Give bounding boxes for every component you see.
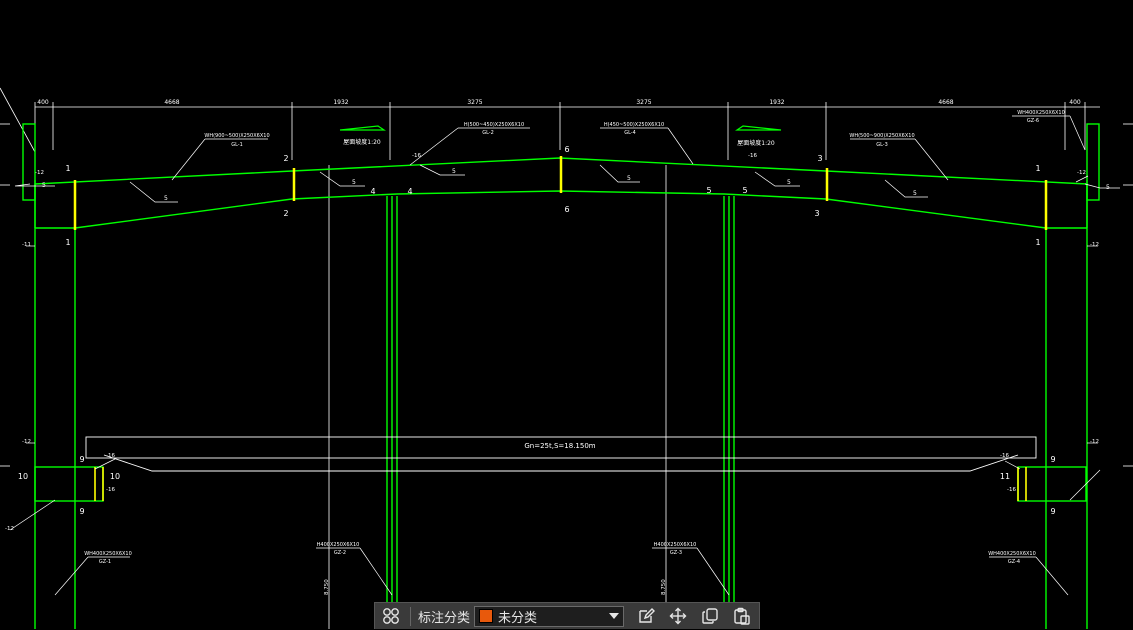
weld-mark: -12 <box>5 526 14 532</box>
weld-mark: -16 <box>106 487 115 493</box>
column-height-1: 8.750 <box>324 579 330 595</box>
corner-spec: WH400X250X6X10 <box>1017 110 1065 116</box>
section-mark: 1 <box>65 164 70 173</box>
move-icon <box>669 607 687 625</box>
stiffener-mark: 5 <box>352 179 356 186</box>
beam-tag-3: GL-4 <box>624 130 636 136</box>
weld-mark: -12 <box>1090 439 1099 445</box>
stiffener-mark: 5 <box>164 195 168 202</box>
copy-button[interactable] <box>694 603 726 630</box>
section-mark: 6 <box>564 205 569 214</box>
section-mark: 9 <box>1050 455 1055 464</box>
section-mark: 6 <box>564 145 569 154</box>
stiffener-mark: 5 <box>913 190 917 197</box>
section-mark: 4 <box>407 187 412 196</box>
section-mark: 5 <box>706 186 711 195</box>
weld-mark: -12 <box>22 439 31 445</box>
weld-mark: -16 <box>1000 453 1009 459</box>
dim-text-7: 4668 <box>938 99 953 106</box>
column-height-2: 8.750 <box>661 579 667 595</box>
section-mark: 9 <box>79 455 84 464</box>
section-mark: 1 <box>65 238 70 247</box>
dim-text-5: 3275 <box>636 99 651 106</box>
section-mark: 5 <box>742 186 747 195</box>
section-mark: 1 <box>1035 164 1040 173</box>
dim-text-3: 1932 <box>333 99 348 106</box>
stiffener-mark: 5 <box>452 168 456 175</box>
beam-spec-3: H(450~500)X250X6X10 <box>604 122 664 128</box>
stiffener-mark: 5 <box>787 179 791 186</box>
copy-icon <box>702 608 718 624</box>
beam-tag-1: GL-1 <box>231 142 243 148</box>
crane-label: Gn=25t,S=18.150m <box>524 442 595 450</box>
section-mark: 10 <box>18 472 28 481</box>
dim-text-1: 400 <box>37 99 49 106</box>
slope-label-right: 屋面坡度1:20 <box>737 139 775 147</box>
chevron-down-icon <box>609 613 620 619</box>
beam-tag-4: GL-3 <box>876 142 888 148</box>
weld-mark: -16 <box>106 453 115 459</box>
beam-spec-4: WH(500~900)X250X6X10 <box>849 133 914 139</box>
column-spec-2: H400X250X6X10 <box>317 542 360 548</box>
grid-icon <box>383 608 399 624</box>
section-mark: 2 <box>283 154 288 163</box>
slope-label-left: 屋面坡度1:20 <box>343 138 381 146</box>
edit-icon <box>639 608 656 623</box>
stiffener-mark: 5 <box>42 182 46 189</box>
stiffener-mark: 5 <box>627 175 631 182</box>
beam-spec-1: WH(900~500)X250X6X10 <box>204 133 269 139</box>
column-tag-4: GZ-4 <box>1008 559 1020 565</box>
weld-mark: -16 <box>748 153 757 159</box>
cad-drawing-canvas[interactable]: 400 4668 1932 3275 3275 1932 4668 400 Gn… <box>0 0 1133 629</box>
section-mark: 9 <box>1050 507 1055 516</box>
weld-mark: -12 <box>35 170 44 176</box>
category-select-value: 未分类 <box>498 610 538 626</box>
annotation-toolbar: 标注分类 未分类 <box>374 602 760 629</box>
paste-icon <box>734 607 750 625</box>
section-mark: 11 <box>1000 472 1010 481</box>
weld-mark: -11 <box>22 242 31 248</box>
weld-mark: -16 <box>1007 487 1016 493</box>
section-mark: 3 <box>814 209 819 218</box>
column-spec-4: WH400X250X6X10 <box>988 551 1036 557</box>
weld-mark: -12 <box>1090 242 1099 248</box>
beam-tag-2: GL-2 <box>482 130 494 136</box>
beam-spec-2: H(500~450)X250X6X10 <box>464 122 524 128</box>
column-spec-3: H400X250X6X10 <box>654 542 697 548</box>
section-mark: 9 <box>79 507 84 516</box>
section-mark: 3 <box>817 154 822 163</box>
stiffener-mark: 5 <box>1106 184 1110 191</box>
column-tag-3: GZ-3 <box>670 550 682 556</box>
edit-button[interactable] <box>630 603 662 630</box>
dim-text-6: 1932 <box>769 99 784 106</box>
move-button[interactable] <box>662 603 694 630</box>
category-select[interactable]: 未分类 <box>474 605 625 627</box>
section-mark: 2 <box>283 209 288 218</box>
toolbar-divider <box>410 606 411 626</box>
dim-text-8: 400 <box>1069 99 1081 106</box>
weld-mark: -16 <box>412 153 421 159</box>
section-mark: 1 <box>1035 238 1040 247</box>
column-tag-1: GZ-1 <box>99 559 111 565</box>
dim-text-2: 4668 <box>164 99 179 106</box>
grid-view-button[interactable] <box>375 603 407 630</box>
category-color-swatch <box>479 609 494 623</box>
section-mark: 10 <box>110 472 120 481</box>
weld-mark: -12 <box>1077 170 1086 176</box>
column-tag-2: GZ-2 <box>334 550 346 556</box>
corner-tag: GZ-6 <box>1027 118 1039 124</box>
section-mark: 4 <box>370 187 375 196</box>
paste-button[interactable] <box>726 603 758 630</box>
category-label: 标注分类 <box>418 610 471 626</box>
column-spec-1: WH400X250X6X10 <box>84 551 132 557</box>
dim-text-4: 3275 <box>467 99 482 106</box>
